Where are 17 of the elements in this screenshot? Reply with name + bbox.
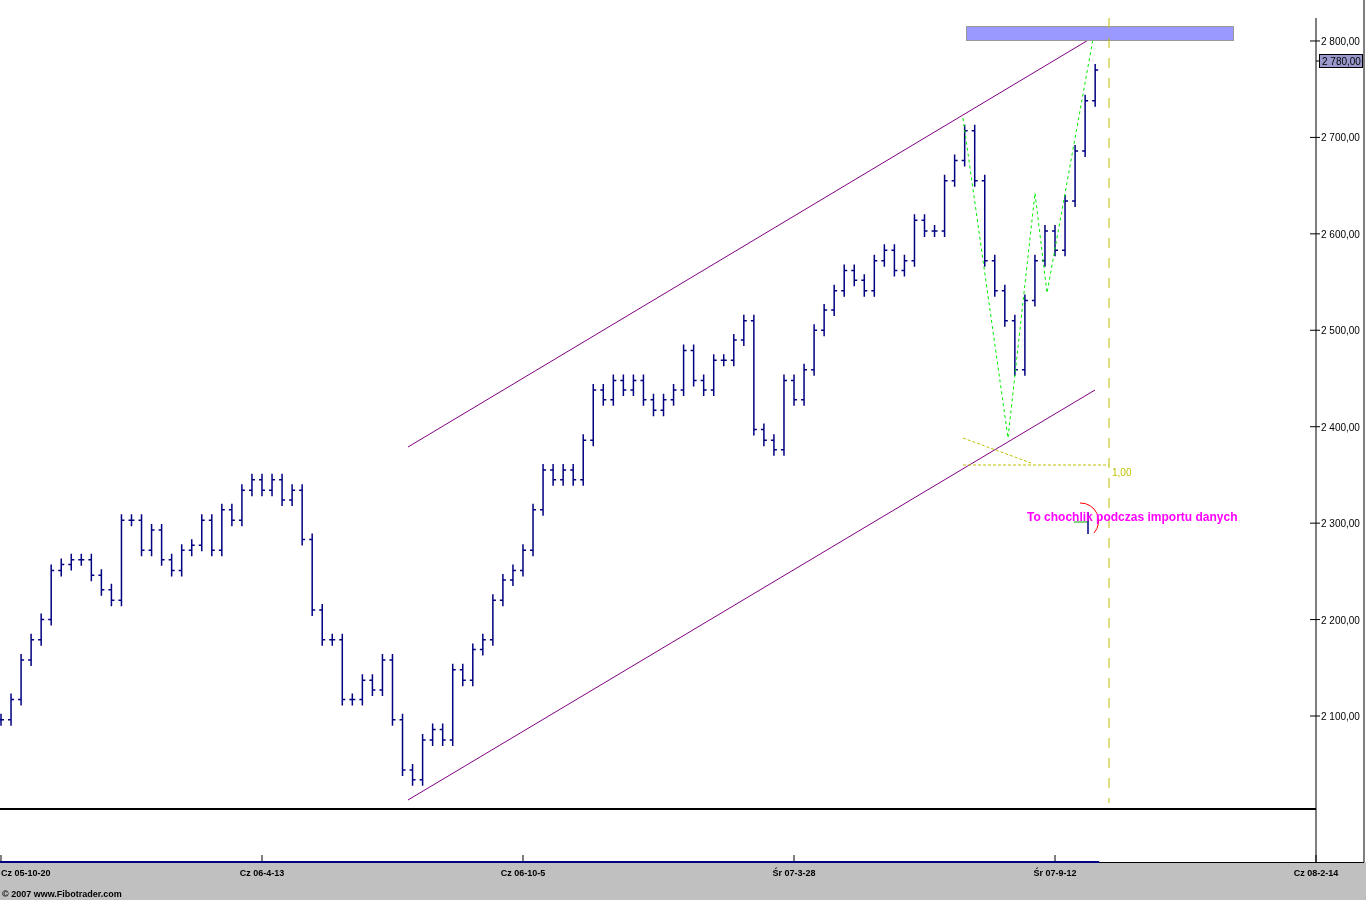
y-axis-label: 2 200,00 [1321,614,1360,626]
date-label: Cz 08-2-14 [1293,868,1339,878]
fibonacci-label: 1,00 [1112,467,1132,478]
y-axis-label: 2 500,00 [1321,325,1360,337]
date-label: Śr 07-3-28 [772,868,816,878]
date-label: Cz 05-10-20 [1,868,51,878]
y-axis-label: 2 400,00 [1321,421,1360,433]
date-label: Cz 06-4-13 [239,868,285,878]
date-label: Śr 07-9-12 [1033,868,1077,878]
y-axis-label: 2 700,00 [1321,132,1360,144]
price-tag: 2 780,00 [1319,54,1363,68]
y-axis-label: 2 100,00 [1321,711,1360,722]
copyright-text: © 2007 www.Fibotrader.com [2,889,122,899]
date-label: Cz 06-10-5 [500,868,546,878]
y-axis-label: 2 800,00 [1321,36,1360,47]
y-axis-label: 2 300,00 [1321,518,1360,530]
y-axis-label: 2 600,00 [1321,228,1360,240]
